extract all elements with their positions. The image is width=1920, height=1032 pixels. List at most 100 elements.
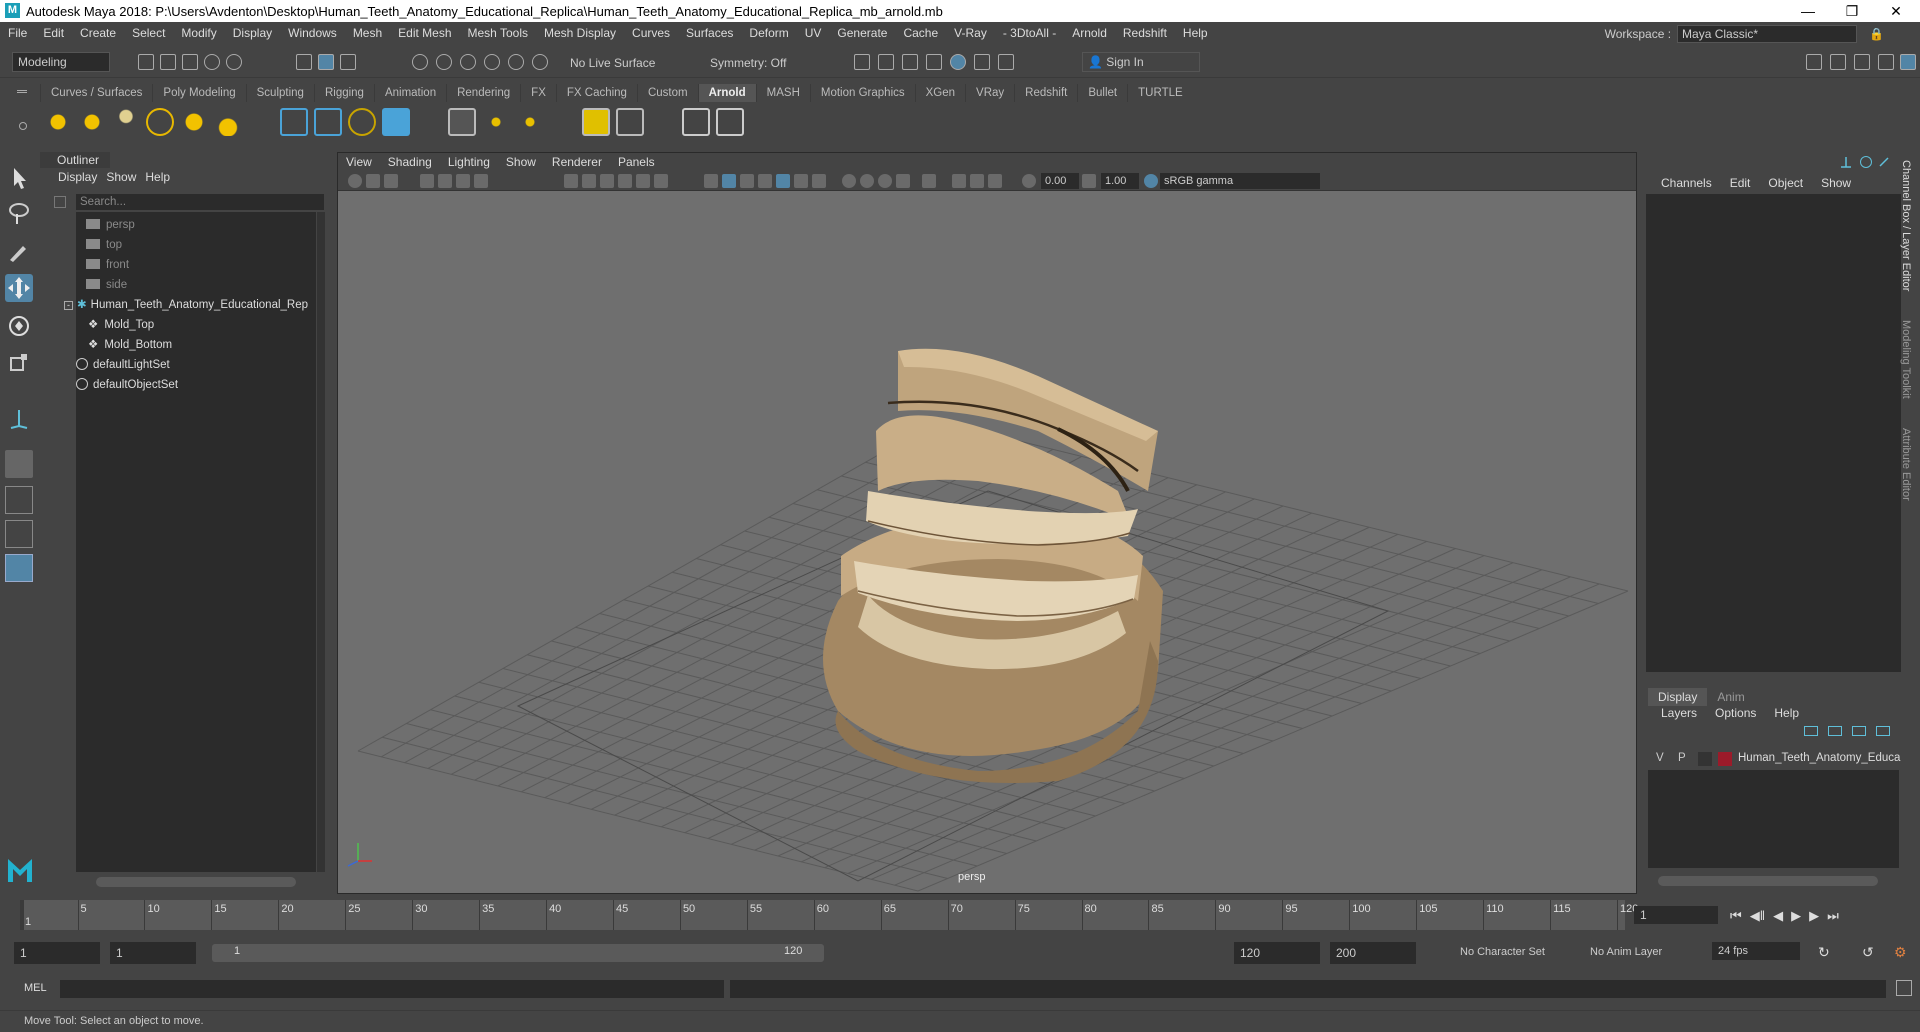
shelf-tab-rigging[interactable]: Rigging [313, 84, 374, 102]
grease-pencil-icon[interactable] [456, 174, 470, 188]
current-frame-field[interactable]: 1 [1634, 906, 1718, 924]
menu-display[interactable]: Display [225, 26, 280, 40]
motion-blur-icon[interactable] [812, 174, 826, 188]
menu-select[interactable]: Select [124, 26, 173, 40]
shelf-tab-poly-modeling[interactable]: Poly Modeling [152, 84, 245, 102]
viewport-menu-show[interactable]: Show [498, 153, 544, 171]
select-component-icon[interactable] [340, 54, 356, 70]
exposure-field[interactable]: 0.00 [1041, 173, 1079, 189]
menu-curves[interactable]: Curves [624, 26, 678, 40]
arnold-render-icon[interactable] [950, 54, 966, 70]
redo-icon[interactable] [226, 54, 242, 70]
pause-icon[interactable] [998, 54, 1014, 70]
character-set-dropdown[interactable]: No Character Set [1460, 946, 1545, 958]
shelf-tab-redshift[interactable]: Redshift [1014, 84, 1077, 102]
texture-manager-icon[interactable] [448, 108, 476, 136]
workspace-dropdown[interactable]: Maya Classic* [1677, 25, 1858, 43]
hud-icon[interactable] [896, 174, 910, 188]
textured-icon[interactable] [600, 174, 614, 188]
shelf-settings-icon[interactable] [19, 122, 27, 130]
menu-surfaces[interactable]: Surfaces [678, 26, 741, 40]
viewport-menu-view[interactable]: View [338, 153, 380, 171]
menu-windows[interactable]: Windows [280, 26, 345, 40]
side-tab-attribute-editor[interactable]: Attribute Editor [1900, 428, 1912, 501]
channel-menu-object[interactable]: Object [1759, 176, 1812, 190]
menu-help[interactable]: Help [1175, 26, 1216, 40]
menu-generate[interactable]: Generate [829, 26, 895, 40]
modeling-toolkit-icon[interactable] [1806, 54, 1822, 70]
menu-set-dropdown[interactable]: Modeling [12, 52, 110, 72]
persp-outliner-layout-icon[interactable] [5, 520, 33, 548]
menu-mesh-tools[interactable]: Mesh Tools [460, 26, 536, 40]
render-frame-icon[interactable] [878, 54, 894, 70]
outliner-layout-icon[interactable] [5, 554, 33, 582]
attribute-editor-icon[interactable] [1854, 54, 1870, 70]
loop-icon[interactable]: ↻ [1818, 944, 1830, 961]
grid-toggle-icon[interactable] [474, 174, 488, 188]
playback-start-field[interactable]: 1 [110, 942, 196, 964]
four-view-layout-icon[interactable] [5, 486, 33, 514]
menu-edit[interactable]: Edit [35, 26, 72, 40]
channel-box-toggle-icon[interactable] [1840, 156, 1852, 168]
viewport-menu-lighting[interactable]: Lighting [440, 153, 498, 171]
go-to-end-icon[interactable]: ⏭ [1827, 908, 1839, 924]
new-scene-icon[interactable] [138, 54, 154, 70]
layer-menu-help[interactable]: Help [1765, 706, 1808, 720]
shelf-tab-vray[interactable]: VRay [965, 84, 1014, 102]
outliner-item-top[interactable]: top [76, 236, 122, 254]
smooth-shade-icon[interactable] [582, 174, 596, 188]
menu-vray[interactable]: V-Ray [946, 26, 995, 40]
viewport-menu-panels[interactable]: Panels [610, 153, 663, 171]
side-tab-channel-box[interactable]: Channel Box / Layer Editor [1900, 160, 1912, 291]
character-controls-icon[interactable] [1830, 54, 1846, 70]
side-tab-modeling-toolkit[interactable]: Modeling Toolkit [1900, 320, 1912, 399]
layer-playback-toggle[interactable]: P [1678, 752, 1686, 764]
shelf-menu-icon[interactable] [17, 90, 27, 93]
shelf-tab-curves-surfaces[interactable]: Curves / Surfaces [40, 84, 152, 102]
symmetry-dropdown[interactable]: Symmetry: Off [704, 53, 804, 73]
snap-point-icon[interactable] [460, 54, 476, 70]
export-standin-icon[interactable] [314, 108, 342, 136]
playback-end-field[interactable]: 120 [1234, 942, 1320, 964]
layer-tab-anim[interactable]: Anim [1707, 688, 1754, 706]
flush-textures-icon[interactable] [516, 108, 544, 136]
tool-settings-icon[interactable] [1878, 54, 1894, 70]
ambient-occlusion-icon[interactable] [654, 174, 668, 188]
outliner-item-side[interactable]: side [76, 276, 127, 294]
outliner-item-mold-bottom[interactable]: ❖ Mold_Bottom [88, 336, 172, 354]
maximize-button[interactable]: ❐ [1830, 0, 1874, 22]
search-options-icon[interactable] [54, 196, 66, 208]
select-tool-icon[interactable] [5, 164, 33, 192]
outliner-item-mold-top[interactable]: ❖ Mold_Top [88, 316, 154, 334]
depth-of-field-icon[interactable] [860, 174, 874, 188]
bookmarks-icon[interactable] [384, 174, 398, 188]
photometric-light-icon[interactable] [112, 108, 140, 136]
arnold-ipr-icon[interactable] [616, 108, 644, 136]
live-surface-field[interactable]: No Live Surface [564, 53, 664, 73]
layer-horizontal-scrollbar[interactable] [1658, 876, 1878, 886]
go-to-start-icon[interactable]: ⏮ [1730, 908, 1742, 924]
shaded-icon[interactable] [722, 174, 736, 188]
save-scene-icon[interactable] [182, 54, 198, 70]
isolate-select-icon[interactable] [704, 174, 718, 188]
open-scene-icon[interactable] [160, 54, 176, 70]
channel-menu-show[interactable]: Show [1812, 176, 1860, 190]
scale-tool-icon[interactable] [5, 348, 33, 376]
shelf-tab-arnold[interactable]: Arnold [697, 84, 756, 102]
resolution-gate-icon[interactable] [970, 174, 984, 188]
shelf-tab-mash[interactable]: MASH [755, 84, 810, 102]
command-input[interactable] [60, 980, 724, 998]
outliner-search-input[interactable]: Search... [76, 194, 324, 210]
move-layer-down-icon[interactable] [1828, 726, 1842, 736]
outliner-menu-display[interactable]: Display [40, 170, 106, 184]
viewport-menu-renderer[interactable]: Renderer [544, 153, 610, 171]
animation-preferences-icon[interactable]: ⚙ [1894, 944, 1907, 961]
new-layer-selected-icon[interactable] [1876, 726, 1890, 736]
outliner-item-persp[interactable]: persp [76, 216, 135, 234]
select-highlight-icon[interactable] [922, 174, 936, 188]
flush-cache-icon[interactable] [482, 108, 510, 136]
auto-keyframe-icon[interactable]: ↺ [1862, 944, 1874, 961]
snap-uv-icon[interactable] [532, 54, 548, 70]
sign-in-button[interactable]: 👤 Sign In [1082, 52, 1200, 72]
range-slider[interactable]: 1 120 [212, 944, 824, 962]
